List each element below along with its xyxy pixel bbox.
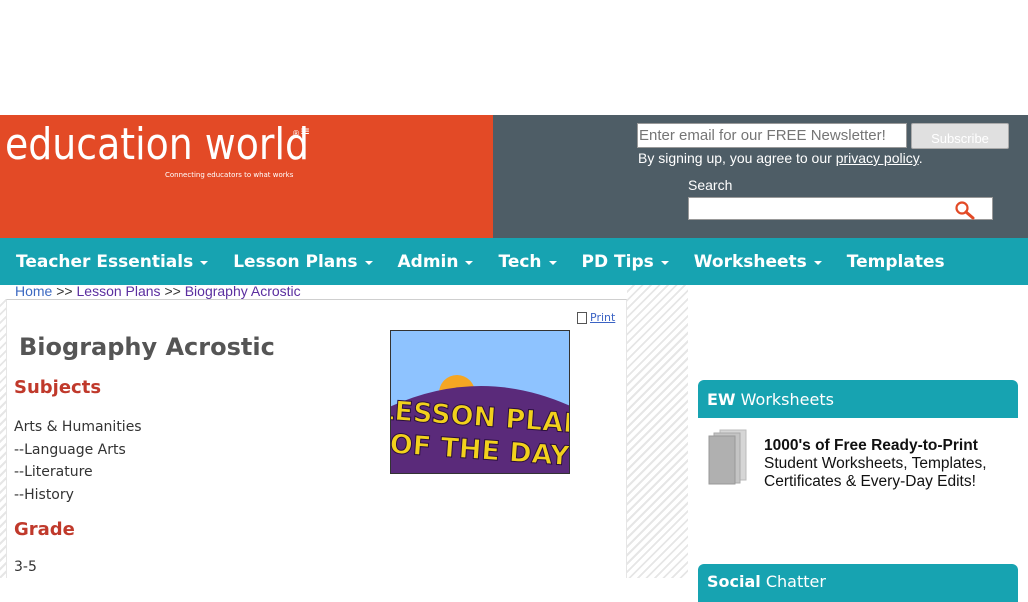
signup-suffix: . bbox=[918, 150, 923, 166]
ew-bold: EW bbox=[707, 390, 736, 409]
nav-label: Admin bbox=[397, 251, 459, 272]
nav-templates[interactable]: Templates bbox=[847, 252, 945, 272]
print-link[interactable]: Print bbox=[577, 311, 615, 324]
ew-worksheets-header[interactable]: EW Worksheets bbox=[698, 380, 1018, 418]
site-logo[interactable]: education world bbox=[5, 123, 309, 167]
ew-title: Worksheets bbox=[735, 390, 834, 409]
subject-item: --Language Arts bbox=[14, 441, 126, 458]
main-content: Home >> Lesson Plans >> Biography Acrost… bbox=[0, 283, 688, 578]
lesson-plan-badge-image: LESSON PLAN OF THE DAY bbox=[391, 331, 569, 473]
nav-label: Templates bbox=[846, 251, 945, 272]
main-nav: Teacher Essentials Lesson Plans Admin Te… bbox=[0, 238, 1028, 285]
caret-down-icon bbox=[813, 260, 822, 265]
ew-promo-text: Student Worksheets, Templates, Certifica… bbox=[764, 455, 987, 490]
nav-label: Tech bbox=[498, 251, 542, 272]
logo-tagline: Connecting educators to what works bbox=[165, 171, 294, 179]
nav-pd-tips[interactable]: PD Tips bbox=[582, 252, 669, 272]
breadcrumb-separator: >> bbox=[164, 283, 181, 299]
caret-down-icon bbox=[465, 260, 474, 265]
social-chatter-header[interactable]: Social Chatter bbox=[698, 564, 1018, 602]
breadcrumb-home[interactable]: Home bbox=[15, 283, 52, 299]
lesson-plan-of-the-day-badge[interactable]: LESSON PLAN OF THE DAY bbox=[390, 330, 570, 474]
grade-value: 3-5 bbox=[14, 559, 37, 575]
print-label: Print bbox=[590, 311, 616, 324]
nav-tech[interactable]: Tech bbox=[498, 251, 557, 272]
ew-worksheets-promo[interactable]: 1000's of Free Ready-to-Print Student Wo… bbox=[698, 418, 1018, 518]
caret-down-icon bbox=[364, 260, 373, 265]
breadcrumb: Home >> Lesson Plans >> Biography Acrost… bbox=[15, 283, 301, 299]
nav-label: Worksheets bbox=[693, 251, 807, 272]
nav-admin[interactable]: Admin bbox=[398, 252, 474, 272]
subject-item: --History bbox=[14, 486, 74, 503]
logo-block[interactable]: education world ® Connecting educators t… bbox=[0, 115, 493, 238]
grade-heading: Grade bbox=[14, 519, 75, 540]
subject-item: --Literature bbox=[14, 464, 93, 480]
right-sidebar: EW Worksheets 1000's of Free Ready-to-Pr… bbox=[698, 285, 1018, 602]
caret-down-icon bbox=[200, 260, 209, 265]
signup-notice: By signing up, you agree to our privacy … bbox=[638, 150, 923, 166]
subjects-list: Arts & Humanities --Language Arts --Lite… bbox=[14, 416, 142, 506]
ad-space bbox=[0, 0, 1028, 115]
social-title: Chatter bbox=[760, 572, 826, 591]
nav-label: Teacher Essentials bbox=[16, 251, 194, 272]
caret-down-icon bbox=[548, 260, 557, 265]
registered-mark: ® bbox=[292, 129, 300, 138]
search-input[interactable] bbox=[688, 197, 993, 220]
newsletter-email-input[interactable] bbox=[637, 123, 907, 148]
subject-item: Arts & Humanities bbox=[14, 419, 142, 435]
document-stack-icon bbox=[708, 429, 747, 485]
breadcrumb-lesson-plans[interactable]: Lesson Plans bbox=[77, 283, 161, 299]
nav-label: Lesson Plans bbox=[233, 251, 358, 272]
breadcrumb-current[interactable]: Biography Acrostic bbox=[185, 283, 301, 299]
site-header: education world ® Connecting educators t… bbox=[0, 115, 1028, 238]
hamburger-menu-icon[interactable]: ≡ bbox=[300, 125, 310, 137]
right-hatch-border bbox=[627, 285, 688, 578]
subjects-heading: Subjects bbox=[14, 377, 102, 398]
search-label: Search bbox=[688, 177, 733, 193]
social-bold: Social bbox=[707, 572, 761, 591]
ew-promo-headline: 1000's of Free Ready-to-Print bbox=[764, 437, 978, 454]
nav-worksheets[interactable]: Worksheets bbox=[694, 252, 822, 272]
search-icon[interactable] bbox=[954, 200, 978, 220]
subscribe-button[interactable]: Subscribe bbox=[911, 123, 1009, 149]
nav-teacher-essentials[interactable]: Teacher Essentials bbox=[16, 251, 209, 272]
nav-lesson-plans[interactable]: Lesson Plans bbox=[233, 251, 373, 272]
nav-label: PD Tips bbox=[581, 251, 654, 272]
caret-down-icon bbox=[660, 260, 669, 265]
page-title: Biography Acrostic bbox=[19, 333, 275, 361]
breadcrumb-separator: >> bbox=[56, 283, 73, 299]
print-icon bbox=[577, 311, 587, 324]
signup-prefix: By signing up, you agree to our bbox=[638, 150, 836, 166]
privacy-policy-link[interactable]: privacy policy bbox=[836, 150, 919, 166]
